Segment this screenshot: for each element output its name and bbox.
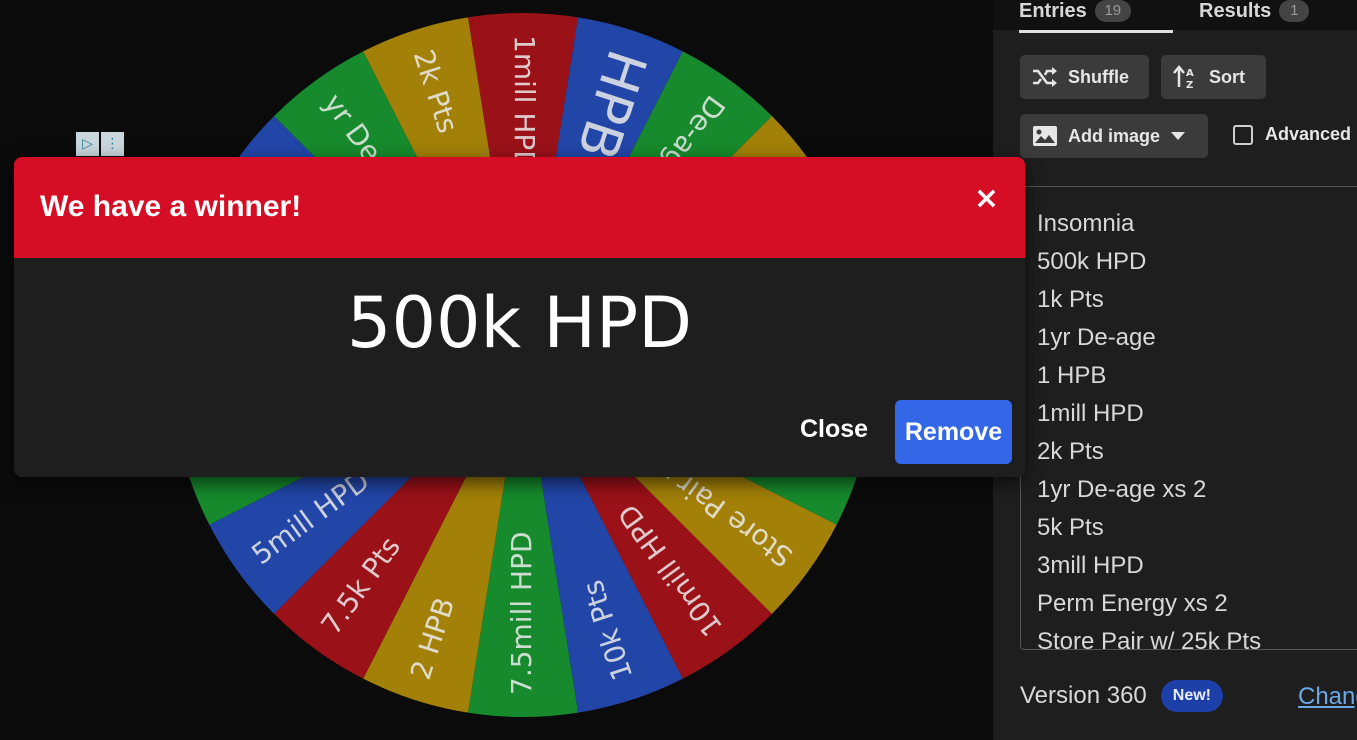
sort-button[interactable]: A Z Sort xyxy=(1161,55,1266,99)
entry-item: 5k Pts xyxy=(1037,514,1104,541)
entries-panel: Entries 19 Results 1 Shuffle A Z Sort Ad… xyxy=(993,0,1357,740)
entry-item: 1mill HPD xyxy=(1037,400,1144,427)
add-image-button[interactable]: Add image xyxy=(1020,114,1208,158)
dialog-header: We have a winner! × xyxy=(14,157,1025,258)
ad-badge[interactable]: ▷ ⋮ xyxy=(76,132,124,156)
tab-bar: Entries 19 Results 1 xyxy=(993,0,1357,33)
sort-label: Sort xyxy=(1209,66,1245,87)
advanced-toggle[interactable]: Advanced xyxy=(1233,124,1351,145)
entries-textbox[interactable]: Insomnia 500k HPD 1k Pts 1yr De-age 1 HPB 1mi… xyxy=(1020,186,1357,650)
entry-item: 2k Pts xyxy=(1037,438,1104,465)
entry-item: 3mill HPD xyxy=(1037,552,1144,579)
version-info: Version 360 New! xyxy=(1020,680,1223,712)
entry-item: 1yr De-age xs 2 xyxy=(1037,476,1207,503)
advanced-checkbox[interactable] xyxy=(1233,124,1253,145)
remove-button[interactable]: Remove xyxy=(895,400,1012,464)
entry-item: Perm Energy xs 2 xyxy=(1037,590,1228,617)
tab-results[interactable]: Results 1 xyxy=(1199,0,1310,30)
close-icon[interactable]: × xyxy=(974,181,999,216)
entry-item: Store Pair w/ 25k Pts xyxy=(1037,628,1262,650)
version-text: Version 360 xyxy=(1020,682,1147,709)
sort-icon: A Z xyxy=(1173,65,1194,89)
entry-item: 1k Pts xyxy=(1037,286,1104,313)
chevron-down-icon xyxy=(1171,132,1186,140)
tab-entries-count: 19 xyxy=(1094,0,1131,22)
advanced-label: Advanced xyxy=(1265,124,1352,144)
svg-text:Z: Z xyxy=(1186,80,1193,89)
svg-text:A: A xyxy=(1186,68,1194,79)
entry-item: Insomnia xyxy=(1037,210,1135,237)
tab-entries[interactable]: Entries 19 xyxy=(1019,0,1173,33)
winner-dialog: We have a winner! × 500k HPD Close Remov… xyxy=(14,157,1025,477)
tab-results-label: Results xyxy=(1199,0,1272,22)
tab-results-count: 1 xyxy=(1279,0,1310,22)
ad-play-icon[interactable]: ▷ xyxy=(76,132,99,156)
image-icon xyxy=(1033,126,1057,146)
close-button[interactable]: Close xyxy=(800,415,868,444)
wheel-segment-label: 7.5mill HPD xyxy=(505,531,538,695)
tab-entries-label: Entries xyxy=(1019,0,1087,22)
wheel-segment-label: 1mill HPD xyxy=(508,35,541,172)
entry-item: 500k HPD xyxy=(1037,248,1147,275)
entries-list: Insomnia 500k HPD 1k Pts 1yr De-age 1 HPB 1mi… xyxy=(1037,206,1262,650)
ad-menu-icon[interactable]: ⋮ xyxy=(101,132,124,156)
entry-item: 1 HPB xyxy=(1037,362,1107,389)
winner-text: 500k HPD xyxy=(346,282,693,364)
changelog-link[interactable]: Changelog xyxy=(1298,683,1357,711)
new-badge: New! xyxy=(1160,680,1223,712)
shuffle-button[interactable]: Shuffle xyxy=(1020,55,1149,99)
shuffle-icon xyxy=(1033,67,1057,87)
entry-item: 1yr De-age xyxy=(1037,324,1156,351)
add-image-label: Add image xyxy=(1068,125,1161,146)
dialog-title: We have a winner! xyxy=(40,190,302,223)
shuffle-label: Shuffle xyxy=(1068,66,1129,87)
